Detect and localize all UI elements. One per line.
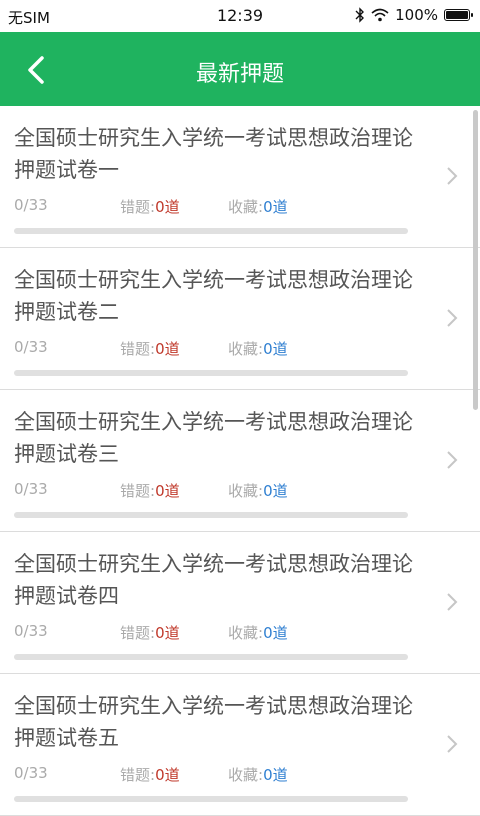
- status-bar: 无SIM 12:39 100%: [0, 0, 480, 32]
- error-label: 错题:: [120, 482, 156, 500]
- list-item[interactable]: 全国硕士研究生入学统一考试思想政治理论押题试卷四 0/33 错题:0道 收藏:0…: [0, 532, 480, 674]
- error-count: 错题:0道: [120, 338, 180, 359]
- progress-bar: [14, 512, 408, 518]
- error-value: 0道: [155, 624, 180, 642]
- chevron-right-icon: [447, 593, 458, 611]
- error-label: 错题:: [120, 198, 156, 216]
- favorite-label: 收藏:: [228, 340, 264, 358]
- error-label: 错题:: [120, 340, 156, 358]
- favorite-label: 收藏:: [228, 624, 264, 642]
- favorite-count: 收藏:0道: [228, 764, 288, 785]
- error-count: 错题:0道: [120, 622, 180, 643]
- progress-bar: [14, 370, 408, 376]
- progress-count: 0/33: [14, 338, 48, 356]
- error-value: 0道: [155, 198, 180, 216]
- list-item[interactable]: 全国硕士研究生入学统一考试思想政治理论押题试卷三 0/33 错题:0道 收藏:0…: [0, 390, 480, 532]
- favorite-label: 收藏:: [228, 482, 264, 500]
- exam-title: 全国硕士研究生入学统一考试思想政治理论押题试卷二: [14, 268, 413, 324]
- favorite-value: 0道: [263, 766, 288, 784]
- error-count: 错题:0道: [120, 480, 180, 501]
- favorite-value: 0道: [263, 340, 288, 358]
- error-count: 错题:0道: [120, 196, 180, 217]
- battery-icon: [444, 9, 473, 21]
- status-right: 100%: [355, 6, 473, 24]
- favorite-label: 收藏:: [228, 198, 264, 216]
- battery-percent: 100%: [395, 6, 438, 24]
- error-label: 错题:: [120, 624, 156, 642]
- scrollbar[interactable]: [473, 110, 478, 410]
- progress-bar: [14, 654, 408, 660]
- chevron-right-icon: [447, 309, 458, 327]
- wifi-icon: [371, 8, 389, 22]
- error-value: 0道: [155, 340, 180, 358]
- bluetooth-icon: [355, 7, 365, 23]
- exam-title: 全国硕士研究生入学统一考试思想政治理论押题试卷一: [14, 126, 413, 182]
- error-count: 错题:0道: [120, 764, 180, 785]
- error-value: 0道: [155, 482, 180, 500]
- exam-list: 全国硕士研究生入学统一考试思想政治理论押题试卷一 0/33 错题:0道 收藏:0…: [0, 106, 480, 816]
- progress-count: 0/33: [14, 196, 48, 214]
- progress-count: 0/33: [14, 764, 48, 782]
- error-value: 0道: [155, 766, 180, 784]
- exam-title: 全国硕士研究生入学统一考试思想政治理论押题试卷四: [14, 552, 413, 608]
- top-app-bar: 最新押题: [0, 32, 480, 106]
- chevron-right-icon: [447, 167, 458, 185]
- favorite-count: 收藏:0道: [228, 338, 288, 359]
- list-item[interactable]: 全国硕士研究生入学统一考试思想政治理论押题试卷一 0/33 错题:0道 收藏:0…: [0, 106, 480, 248]
- chevron-right-icon: [447, 735, 458, 753]
- error-label: 错题:: [120, 766, 156, 784]
- progress-bar: [14, 796, 408, 802]
- exam-title: 全国硕士研究生入学统一考试思想政治理论押题试卷五: [14, 694, 413, 750]
- favorite-value: 0道: [263, 624, 288, 642]
- exam-title: 全国硕士研究生入学统一考试思想政治理论押题试卷三: [14, 410, 413, 466]
- progress-count: 0/33: [14, 622, 48, 640]
- favorite-label: 收藏:: [228, 766, 264, 784]
- list-item[interactable]: 全国硕士研究生入学统一考试思想政治理论押题试卷二 0/33 错题:0道 收藏:0…: [0, 248, 480, 390]
- favorite-count: 收藏:0道: [228, 622, 288, 643]
- progress-bar: [14, 228, 408, 234]
- favorite-value: 0道: [263, 198, 288, 216]
- favorite-count: 收藏:0道: [228, 196, 288, 217]
- progress-count: 0/33: [14, 480, 48, 498]
- favorite-count: 收藏:0道: [228, 480, 288, 501]
- chevron-right-icon: [447, 451, 458, 469]
- page-title: 最新押题: [195, 62, 284, 87]
- list-item[interactable]: 全国硕士研究生入学统一考试思想政治理论押题试卷五 0/33 错题:0道 收藏:0…: [0, 674, 480, 816]
- favorite-value: 0道: [263, 482, 288, 500]
